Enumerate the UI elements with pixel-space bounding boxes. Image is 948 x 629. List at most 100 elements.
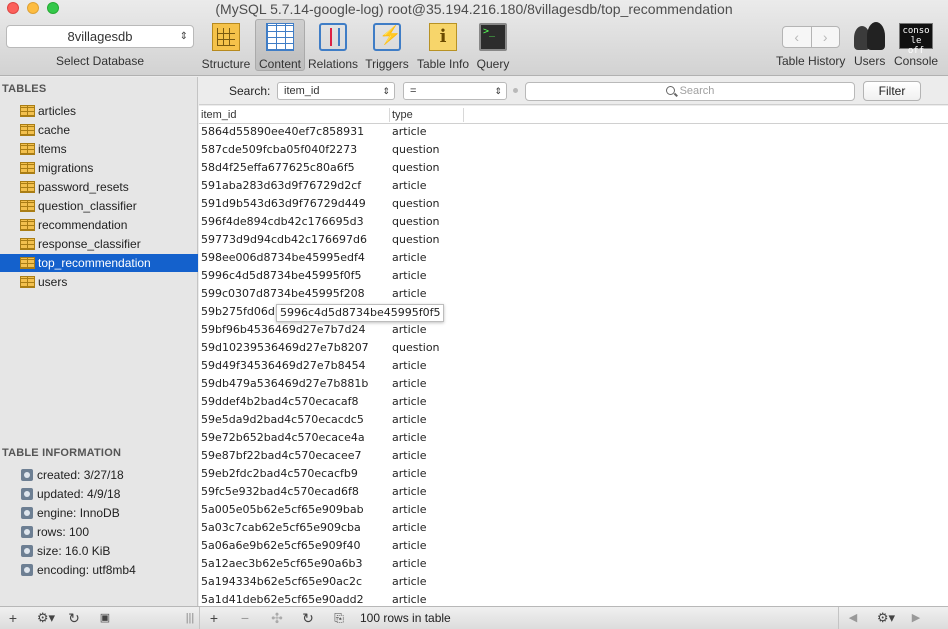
table-row[interactable]: 598ee006d8734be45995edf4 article — [199, 249, 948, 267]
table-row[interactable]: 599c0307d8734be45995f208 article — [199, 285, 948, 303]
cell-type[interactable]: question — [392, 231, 440, 249]
query-tab[interactable]: Query — [474, 20, 512, 72]
cell-item-id[interactable]: 58d4f25effa677625c80a6f5 — [201, 159, 355, 177]
table-row[interactable]: 59ddef4b2bad4c570ecacaf8 article — [199, 393, 948, 411]
cell-type[interactable]: article — [392, 465, 427, 483]
sidebar-table-recommendation[interactable]: recommendation — [0, 216, 198, 234]
cell-item-id[interactable]: 59d10239536469d27e7b8207 — [201, 339, 369, 357]
table-row[interactable]: 59773d9d94cdb42c176697d6 question — [199, 231, 948, 249]
cell-item-id[interactable]: 5996c4d5d8734be45995f0f5 — [201, 267, 361, 285]
toggle-list-icon[interactable]: ▣ — [96, 609, 114, 627]
cell-item-id[interactable]: 59e72b652bad4c570ecace4a — [201, 429, 365, 447]
cell-type[interactable]: article — [392, 501, 427, 519]
sidebar-table-top-recommendation[interactable]: top_recommendation — [0, 254, 198, 272]
table-row[interactable]: 5a005e05b62e5cf65e909bab article — [199, 501, 948, 519]
table-row[interactable]: 591aba283d63d9f76729d2cf article — [199, 177, 948, 195]
table-row[interactable]: 5996c4d5d8734be45995f0f5 article — [199, 267, 948, 285]
filter-operator-select[interactable]: = ⇕ — [403, 82, 507, 100]
next-page-icon[interactable]: ▶ — [908, 609, 924, 627]
cell-item-id[interactable]: 59b275fd06d — [201, 303, 275, 321]
table-row[interactable]: 58d4f25effa677625c80a6f5 question — [199, 159, 948, 177]
export-icon[interactable]: ⎘ — [330, 609, 348, 627]
table-row[interactable]: 591d9b543d63d9f76729d449 question — [199, 195, 948, 213]
console-label[interactable]: Console — [894, 54, 938, 68]
cell-item-id[interactable]: 59773d9d94cdb42c176697d6 — [201, 231, 367, 249]
column-header-item-id[interactable]: item_id — [201, 109, 236, 121]
cell-item-id[interactable]: 5a1d41deb62e5cf65e90add2 — [201, 591, 364, 606]
sidebar-table-cache[interactable]: cache — [0, 121, 198, 139]
cell-item-id[interactable]: 596f4de894cdb42c176695d3 — [201, 213, 364, 231]
column-divider[interactable] — [463, 108, 464, 122]
add-row-icon[interactable]: + — [206, 609, 222, 627]
cell-item-id[interactable]: 5a194334b62e5cf65e90ac2c — [201, 573, 362, 591]
filter-search-input[interactable]: Search — [525, 82, 855, 101]
cell-type[interactable]: article — [392, 177, 427, 195]
users-label[interactable]: Users — [854, 54, 885, 68]
sidebar-table-articles[interactable]: articles — [0, 102, 198, 120]
cell-item-id[interactable]: 59e5da9d2bad4c570ecacdc5 — [201, 411, 364, 429]
sidebar-table-response-classifier[interactable]: response_classifier — [0, 235, 198, 253]
users-icon[interactable] — [852, 22, 886, 52]
table-row[interactable]: 59bf96b4536469d27e7b7d24 article — [199, 321, 948, 339]
column-divider[interactable] — [389, 108, 390, 122]
back-arrow-icon[interactable]: ‹ — [783, 27, 811, 47]
table-row[interactable]: 59e87bf22bad4c570ecacee7 article — [199, 447, 948, 465]
table-info-tab[interactable]: Table Info — [415, 20, 471, 72]
cell-item-id[interactable]: 59ddef4b2bad4c570ecacaf8 — [201, 393, 359, 411]
table-row[interactable]: 5a03c7cab62e5cf65e909cba article — [199, 519, 948, 537]
duplicate-row-icon[interactable]: ✣ — [268, 609, 286, 627]
sidebar-table-question-classifier[interactable]: question_classifier — [0, 197, 198, 215]
table-row[interactable]: 587cde509fcba05f040f2273 question — [199, 141, 948, 159]
cell-item-id[interactable]: 598ee006d8734be45995edf4 — [201, 249, 365, 267]
cell-item-id[interactable]: 59fc5e932bad4c570ecad6f8 — [201, 483, 359, 501]
cell-item-id[interactable]: 5a12aec3b62e5cf65e90a6b3 — [201, 555, 362, 573]
cell-type[interactable]: article — [392, 393, 427, 411]
cell-type[interactable]: article — [392, 249, 427, 267]
cell-type[interactable]: article — [392, 519, 427, 537]
cell-type[interactable]: article — [392, 123, 427, 141]
add-table-icon[interactable]: + — [5, 609, 21, 627]
table-row[interactable]: 5a1d41deb62e5cf65e90add2 article — [199, 591, 948, 606]
cell-item-id[interactable]: 591d9b543d63d9f76729d449 — [201, 195, 366, 213]
cell-type[interactable]: article — [392, 285, 427, 303]
table-row[interactable]: 5a06a6e9b62e5cf65e909f40 article — [199, 537, 948, 555]
cell-item-id[interactable]: 599c0307d8734be45995f208 — [201, 285, 365, 303]
column-header-type[interactable]: type — [392, 109, 413, 121]
cell-type[interactable]: article — [392, 411, 427, 429]
sidebar-table-users[interactable]: users — [0, 273, 198, 291]
cell-type[interactable]: question — [392, 159, 440, 177]
cell-type[interactable]: question — [392, 141, 440, 159]
refresh-icon[interactable]: ↻ — [66, 609, 82, 627]
cell-item-id[interactable]: 59bf96b4536469d27e7b7d24 — [201, 321, 366, 339]
structure-tab[interactable]: Structure — [201, 20, 251, 72]
previous-page-icon[interactable]: ◀ — [845, 609, 861, 627]
refresh-table-icon[interactable]: ↻ — [300, 609, 316, 627]
table-row[interactable]: 5864d55890ee40ef7c858931 article — [199, 123, 948, 141]
cell-item-id[interactable]: 587cde509fcba05f040f2273 — [201, 141, 357, 159]
table-row[interactable]: 59eb2fdc2bad4c570ecacfb9 article — [199, 465, 948, 483]
table-row[interactable]: 59d49f34536469d27e7b8454 article — [199, 357, 948, 375]
cell-type[interactable]: article — [392, 537, 427, 555]
forward-arrow-icon[interactable]: › — [810, 27, 840, 47]
pagination-gear-icon[interactable]: ⚙▾ — [874, 609, 898, 627]
sidebar-table-items[interactable]: items — [0, 140, 198, 158]
table-row[interactable]: 59e72b652bad4c570ecace4a article — [199, 429, 948, 447]
cell-type[interactable]: article — [392, 483, 427, 501]
cell-item-id[interactable]: 59d49f34536469d27e7b8454 — [201, 357, 366, 375]
console-icon[interactable]: conso le off — [899, 23, 933, 56]
cell-item-id[interactable]: 59db479a536469d27e7b881b — [201, 375, 368, 393]
cell-type[interactable]: article — [392, 429, 427, 447]
database-select[interactable]: 8villagesdb ⇕ — [6, 25, 194, 48]
filter-field-select[interactable]: item_id ⇕ — [277, 82, 395, 100]
sidebar-table-password-resets[interactable]: password_resets — [0, 178, 198, 196]
cell-type[interactable]: article — [392, 555, 427, 573]
cell-type[interactable]: question — [392, 339, 440, 357]
cell-type[interactable]: question — [392, 213, 440, 231]
relations-tab[interactable]: Relations — [307, 20, 359, 72]
table-row[interactable]: 59fc5e932bad4c570ecad6f8 article — [199, 483, 948, 501]
cell-item-id[interactable]: 5864d55890ee40ef7c858931 — [201, 123, 364, 141]
triggers-tab[interactable]: Triggers — [363, 20, 411, 72]
cell-item-id[interactable]: 59e87bf22bad4c570ecacee7 — [201, 447, 362, 465]
cell-type[interactable]: article — [392, 447, 427, 465]
table-row[interactable]: 5a12aec3b62e5cf65e90a6b3 article — [199, 555, 948, 573]
